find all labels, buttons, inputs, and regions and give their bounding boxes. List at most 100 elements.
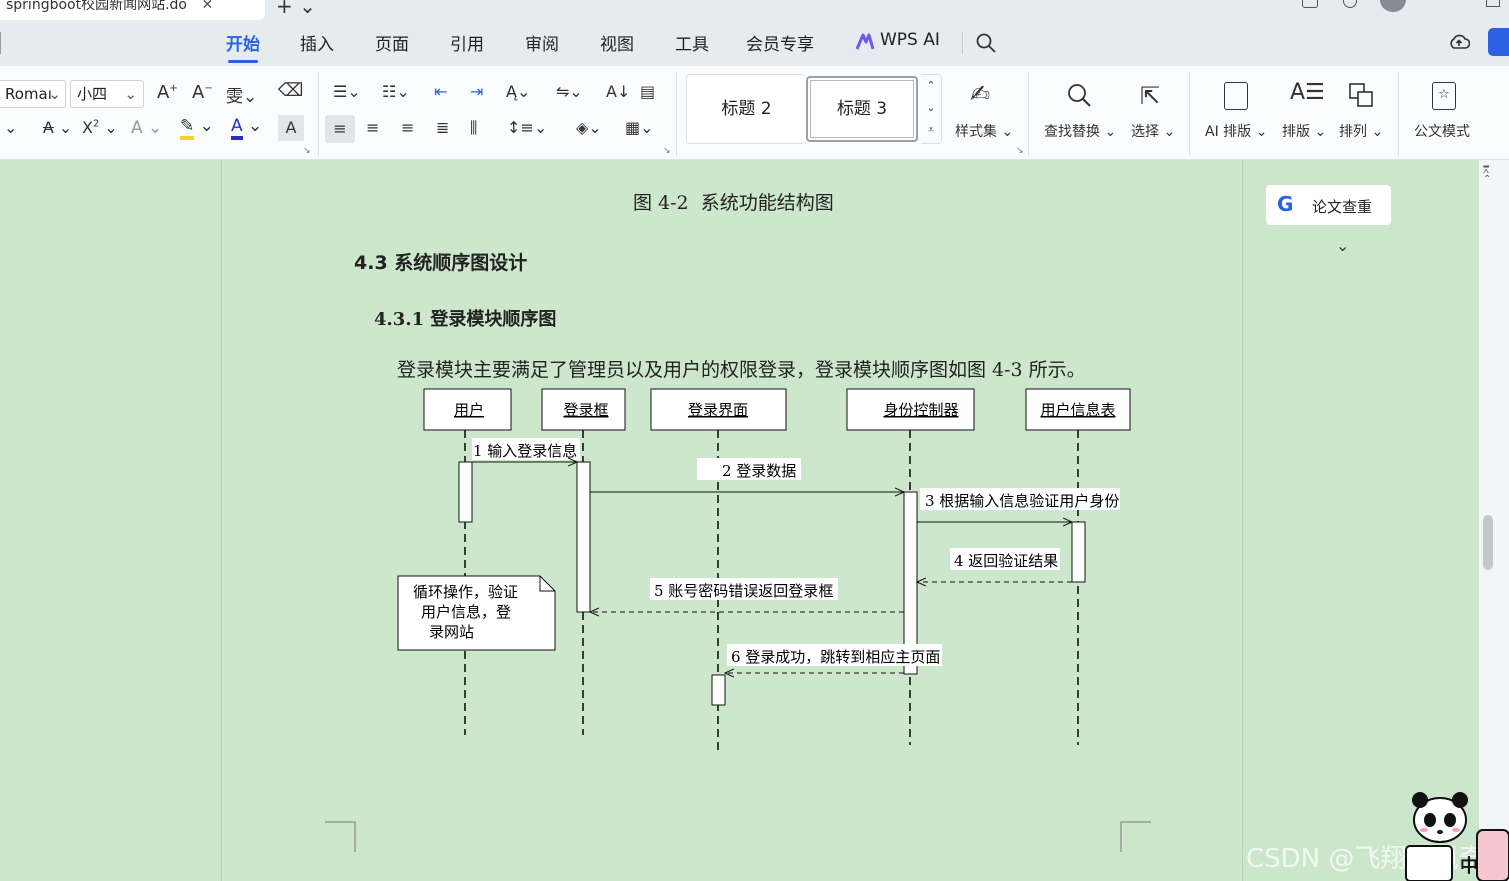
note-line-1: 循环操作，验证 [413,583,518,601]
sort-icon[interactable]: ⇋⌄ [556,82,583,101]
scroll-thumb[interactable] [1483,515,1493,570]
chevron-down-icon: ⌄ [124,85,137,103]
message-label-2: 2 登录数据 [722,462,796,480]
arrange-icon[interactable] [1348,82,1374,108]
tab-review[interactable]: 审阅 [525,30,559,55]
message-label-6: 6 登录成功，跳转到相应主页面 [731,648,940,666]
ai-layout-label: AI 排版 [1205,124,1252,140]
official-mode-button[interactable]: 公文模式 [1414,121,1470,141]
numbered-list-icon[interactable]: ☷⌄ [382,82,410,101]
superscript-icon[interactable]: X2 ⌄ [82,118,118,137]
style-heading2[interactable]: 标题 2 [686,74,806,144]
close-icon[interactable]: ✕ [201,0,213,13]
ribbon-tabs: 开始 插入 页面 引用 审阅 视图 工具 会员专享 WPS AI [0,20,1509,66]
font-size-value: 小四 [77,85,108,103]
activation-user [458,461,473,523]
document-page[interactable]: 图 4-2 系统功能结构图 4.3 系统顺序图设计 4.3.1 登录模块顺序图 … [221,160,1243,881]
select-button[interactable]: 选择 ⌄ [1131,121,1175,141]
message-label-4: 4 返回验证结果 [954,552,1058,570]
cloud-upload-icon[interactable] [1448,32,1471,52]
group-launcher-icon[interactable]: ↘ [303,146,311,156]
style-set-icon[interactable]: ✍ [970,80,990,108]
cube-icon[interactable] [1343,0,1357,8]
sort-az-icon[interactable]: A↓ [606,82,630,101]
align-right-icon[interactable]: ≡ [401,118,414,137]
sequence-diagram: 用户 登录框 登录界面 身份控制器 用户信息表 1 输入登录信息 2 登录数据 … [325,388,1151,852]
document-tab[interactable]: springboot校园新闻网站.do ✕ [0,0,265,20]
highlight-icon[interactable]: ✎ ⌄ [180,116,214,140]
tab-page[interactable]: 页面 [375,30,409,55]
strikethrough-icon[interactable]: ⌄ A ⌄ [4,118,72,137]
wps-ai-icon [855,33,875,51]
find-replace-button[interactable]: 查找替换 ⌄ [1044,121,1116,141]
scroll-up-icon[interactable]: ⩞ ⌃ [1483,166,1491,185]
chevron-down-icon: ⌄ [48,85,61,103]
shrink-font-icon[interactable]: A− [192,82,213,103]
message-label-1: 1 输入登录信息 [473,442,577,460]
new-tab-button[interactable]: + ⌄ [276,0,316,18]
distributed-icon[interactable]: ⫼ [470,118,477,138]
note-line-3: 录网站 [429,623,474,641]
page-corner-mark-left [325,821,356,852]
divider [1398,72,1399,156]
bullet-list-icon[interactable]: ☰⌄ [333,82,361,101]
style-heading3-label: 标题 3 [836,99,888,119]
divider [1028,72,1029,156]
tab-home[interactable]: 开始 [226,30,260,63]
borders-icon[interactable]: ▦⌄ [625,118,654,137]
style-set-button[interactable]: 样式集 ⌄ [955,121,1013,141]
shading-icon[interactable]: ◈⌄ [576,118,602,137]
activation-login-page [711,674,726,706]
restore-icon[interactable] [1486,0,1500,7]
official-doc-icon[interactable]: ☆ [1432,82,1456,110]
chevron-down-icon[interactable]: ⌄ [1336,236,1349,255]
increase-indent-icon[interactable]: ⇥ [470,82,483,101]
tab-view[interactable]: 视图 [600,30,634,55]
svg-text:中: 中 [1460,855,1478,877]
text-effect-icon[interactable]: A ⌄ [131,118,162,138]
tab-references[interactable]: 引用 [450,30,484,55]
left-margin-area [0,160,221,881]
group-launcher-icon[interactable]: ↘ [663,146,671,156]
lifeline-label-login-box: 登录框 [563,401,608,419]
font-name-select[interactable]: Romaı ⌄ [0,80,66,108]
font-color-icon[interactable]: A ⌄ [231,116,262,140]
group-launcher-icon[interactable]: ↘ [1016,146,1024,156]
cursor-select-icon[interactable]: ⇱ [1140,82,1160,110]
right-side-panel [1243,160,1479,881]
document-tab-label: springboot校园新闻网站.do [6,0,187,13]
style-heading3[interactable]: 标题 3 [806,76,918,142]
ai-layout-icon[interactable] [1224,82,1248,110]
plagiarism-check-button[interactable]: G 论文查重 [1266,185,1391,225]
align-left-icon[interactable]: ≡ [325,115,355,143]
decrease-indent-icon[interactable]: ⇤ [434,82,447,101]
divider [676,72,677,156]
eraser-icon[interactable]: ⌫ [278,80,303,101]
share-cloud-button[interactable] [1488,28,1509,56]
text-direction-icon[interactable]: Ą⌄ [506,82,530,101]
show-marks-icon[interactable]: ▤ [640,82,655,101]
phonetic-guide-icon[interactable]: 雯⌄ [226,82,257,107]
font-size-select[interactable]: 小四 ⌄ [70,80,144,108]
tab-wps-ai[interactable]: WPS AI [880,30,940,50]
avatar[interactable] [1380,0,1406,12]
menu-divider [962,32,963,54]
find-replace-label: 查找替换 [1044,124,1100,140]
find-replace-icon[interactable] [1066,82,1092,108]
line-spacing-icon[interactable]: ↕≡⌄ [507,118,547,137]
window-icon[interactable] [1302,0,1318,8]
arrange-button[interactable]: 排列 ⌄ [1339,121,1383,141]
tab-tools[interactable]: 工具 [675,30,709,55]
char-shading-icon[interactable]: A [278,115,304,141]
tab-insert[interactable]: 插入 [300,30,334,55]
tab-membership[interactable]: 会员专享 [746,30,814,55]
layout-button[interactable]: 排版 ⌄ [1282,121,1326,141]
justify-icon[interactable]: ≣ [436,118,449,137]
align-center-icon[interactable]: ≡ [366,118,379,137]
style-gallery-scroll[interactable]: ⌃ ⌄ ⩡ [921,74,942,144]
search-icon[interactable] [976,33,996,53]
ai-layout-button[interactable]: AI 排版 ⌄ [1205,121,1267,141]
note-line-2: 用户信息，登 [421,603,511,621]
grow-font-icon[interactable]: A+ [157,82,178,103]
layout-icon[interactable]: A☰ [1290,80,1325,105]
